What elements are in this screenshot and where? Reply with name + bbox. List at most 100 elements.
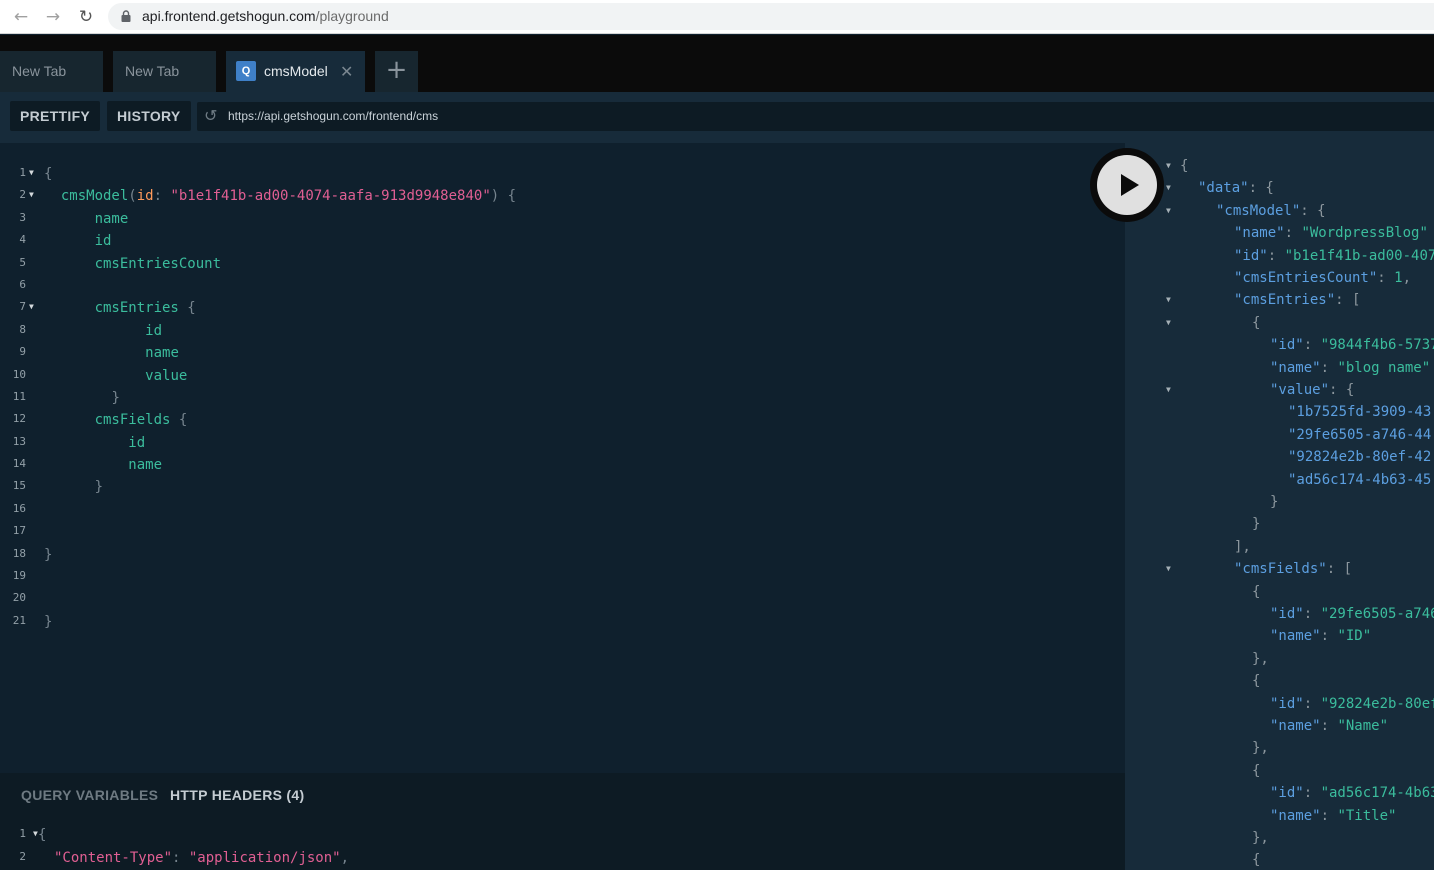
tab-cmsmodel[interactable]: Q cmsModel ✕ — [226, 51, 365, 92]
result-text: "name": "WordpressBlog" — [1234, 225, 1428, 242]
result-line: "name": "blog name" — [1125, 358, 1434, 380]
result-text: "92824e2b-80ef-42 — [1288, 449, 1432, 466]
result-line: ▼ "data": { — [1125, 178, 1434, 200]
result-line: "id": "b1e1f41b-ad00-4074-aafa-913d9948e… — [1125, 246, 1434, 268]
query-editor[interactable]: 1 ▼ { 2 ▼ cmsModel(id: "b1e1f41b-ad00-4074… — [0, 143, 1125, 773]
code-line: 18 } — [12, 547, 53, 563]
code-line: 21 } — [12, 614, 53, 630]
tab-label: cmsModel — [264, 63, 328, 79]
query-badge-icon: Q — [236, 61, 256, 81]
lock-icon — [121, 10, 131, 22]
fold-arrow-icon[interactable]: ▼ — [1166, 161, 1171, 170]
endpoint-input[interactable]: ↺ https://api.getshogun.com/frontend/cms — [197, 102, 1434, 131]
code-line: 14 name — [12, 457, 163, 473]
tab-new-2[interactable]: New Tab — [113, 51, 216, 92]
result-text: ], — [1234, 538, 1251, 555]
code-line: 12 cmsFields { — [12, 412, 188, 428]
result-line: ▼ "cmsEntries": [ — [1125, 290, 1434, 312]
fold-arrow-icon[interactable]: ▼ — [1166, 385, 1171, 394]
result-line: }, — [1125, 649, 1434, 671]
result-line: "ad56c174-4b63-45 — [1125, 470, 1434, 492]
variables-panel: QUERY VARIABLES HTTP HEADERS (4) 1 ▼ { 2 … — [0, 773, 1125, 870]
result-line: "name": "Name" — [1125, 716, 1434, 738]
fold-arrow-icon[interactable]: ▼ — [1166, 206, 1171, 215]
code-line: 13 id — [12, 435, 146, 451]
result-line: "name": "ID" — [1125, 626, 1434, 648]
tab-label: New Tab — [12, 63, 67, 79]
code-line: 15 } — [12, 479, 104, 495]
code-line: 10 value — [12, 368, 188, 384]
result-text: }, — [1252, 830, 1269, 846]
result-text: { — [1252, 762, 1261, 779]
code-line: 5 cmsEntriesCount — [19, 256, 222, 272]
result-line: { — [1125, 850, 1434, 870]
browser-address-bar: ← → ↻ api.frontend.getshogun.com/playgro… — [0, 0, 1434, 34]
result-text: }, — [1252, 740, 1269, 757]
result-line: } — [1125, 492, 1434, 514]
result-line: ▼ "cmsFields": [ — [1125, 559, 1434, 581]
result-line: ▼ "value": { — [1125, 380, 1434, 402]
tab-new-1[interactable]: New Tab — [0, 51, 103, 92]
result-text: { — [1252, 673, 1261, 690]
execute-query-button[interactable] — [1097, 155, 1157, 215]
code-line: 17 — [12, 524, 26, 537]
add-tab-plus-icon[interactable]: + — [375, 51, 418, 92]
code-line: 2 "Content-Type": "application/json", — [19, 850, 350, 866]
url-bar[interactable]: api.frontend.getshogun.com/playground — [108, 3, 1434, 30]
fold-arrow-icon[interactable]: ▼ — [29, 190, 34, 199]
forward-arrow-icon[interactable]: → — [42, 6, 64, 28]
result-text: { — [1252, 852, 1261, 869]
result-text: "id": "29fe6505-a746" — [1270, 606, 1434, 622]
code-line: 11 } — [12, 390, 120, 406]
toolbar: PRETTIFY HISTORY ↺ https://api.getshogun… — [0, 92, 1434, 143]
result-text: } — [1252, 516, 1261, 533]
fold-arrow-icon[interactable]: ▼ — [1166, 564, 1171, 573]
code-line: 2 ▼ cmsModel(id: "b1e1f41b-ad00-4074-aafa… — [19, 188, 517, 204]
result-text: "cmsEntriesCount": 1, — [1234, 270, 1412, 286]
close-icon[interactable]: ✕ — [340, 51, 353, 92]
code-line: 9 name — [19, 345, 179, 361]
result-viewer[interactable]: ▼{▼ "data": {▼ "cmsModel": {"name": "Wordp… — [1125, 143, 1434, 870]
result-line: { — [1125, 671, 1434, 693]
result-text: "cmsModel": { — [1216, 202, 1326, 219]
code-line: 16 — [12, 502, 26, 515]
code-line: 20 — [12, 591, 26, 604]
query-variables-tab[interactable]: QUERY VARIABLES — [21, 787, 158, 803]
refresh-schema-icon[interactable]: ↺ — [204, 106, 217, 125]
http-headers-tab[interactable]: HTTP HEADERS (4) — [170, 787, 304, 803]
result-line: "name": "WordpressBlog" — [1125, 223, 1434, 245]
reload-icon[interactable]: ↻ — [75, 6, 97, 28]
code-line: 1 ▼ { — [19, 827, 47, 843]
result-line: { — [1125, 582, 1434, 604]
result-line: "id": "9844f4b6-5737" — [1125, 335, 1434, 357]
code-line: 19 — [12, 569, 26, 582]
back-arrow-icon[interactable]: ← — [10, 6, 32, 28]
result-text: "1b7525fd-3909-43 — [1288, 404, 1432, 421]
result-text: "id": "b1e1f41b-ad00-4074-aafa-913d9948e… — [1234, 247, 1434, 264]
result-text: }, — [1252, 650, 1269, 667]
result-line: ▼{ — [1125, 313, 1434, 335]
result-text: "value": { — [1270, 382, 1355, 398]
result-line: "cmsEntriesCount": 1, — [1125, 268, 1434, 290]
fold-arrow-icon[interactable]: ▼ — [29, 168, 34, 177]
prettify-button[interactable]: PRETTIFY — [10, 101, 101, 131]
result-line: "id": "29fe6505-a746" — [1125, 604, 1434, 626]
result-text: "data": { — [1198, 180, 1274, 197]
fold-arrow-icon[interactable]: ▼ — [1166, 295, 1171, 304]
result-text: { — [1180, 158, 1189, 174]
window-strip — [0, 35, 1434, 50]
fold-arrow-icon[interactable]: ▼ — [1166, 183, 1171, 192]
result-text: "cmsEntries": [ — [1234, 292, 1361, 309]
result-text: "name": "blog name" — [1270, 359, 1431, 376]
result-line: ▼{ — [1125, 156, 1434, 178]
fold-arrow-icon[interactable]: ▼ — [29, 302, 34, 311]
result-line: ], — [1125, 537, 1434, 559]
fold-arrow-icon[interactable]: ▼ — [1166, 318, 1171, 327]
result-text: "name": "Title" — [1270, 807, 1397, 824]
result-text: "cmsFields": [ — [1234, 561, 1353, 578]
result-text: "ad56c174-4b63-45 — [1288, 471, 1432, 488]
result-line: { — [1125, 761, 1434, 783]
result-text: "id": "ad56c174-4b63" — [1270, 785, 1434, 802]
url-text: api.frontend.getshogun.com/playground — [142, 8, 389, 24]
history-button[interactable]: HISTORY — [107, 101, 191, 131]
